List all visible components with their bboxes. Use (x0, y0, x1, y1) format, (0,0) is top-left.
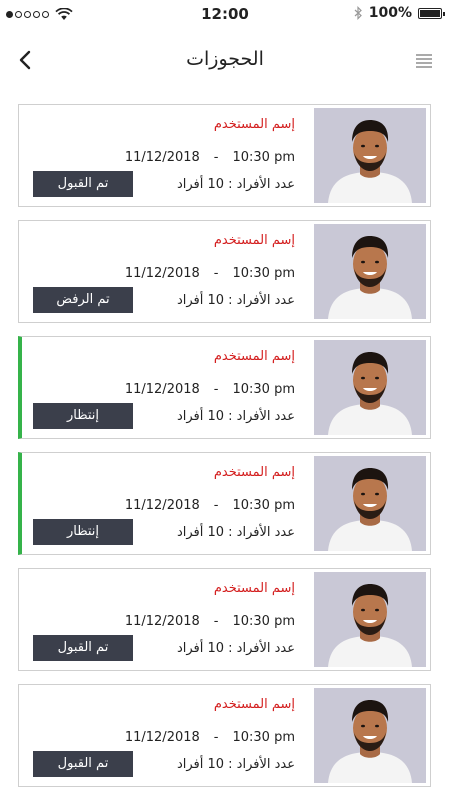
booking-datetime: 11/12/2018 - 10:30 pm (125, 150, 295, 165)
booking-date: 11/12/2018 (124, 614, 200, 629)
hamburger-menu-icon[interactable] (416, 54, 432, 68)
status-bar: 12:00 100% (0, 0, 450, 28)
user-avatar (314, 108, 426, 203)
guest-count: عدد الأفراد : 10 أفراد (176, 641, 295, 656)
user-avatar (314, 688, 426, 783)
booking-card[interactable]: إسم المستخدم 11/12/2018 - 10:30 pm عدد ا… (18, 104, 431, 207)
bluetooth-icon (354, 6, 362, 20)
user-name: إسم المستخدم (213, 117, 295, 132)
datetime-separator: - (213, 498, 219, 513)
booking-time: 10:30 pm (232, 150, 295, 165)
app-header: الحجوزات (0, 30, 450, 92)
booking-time: 10:30 pm (232, 382, 295, 397)
user-photo-icon (314, 572, 426, 667)
booking-date: 11/12/2018 (124, 498, 200, 513)
booking-datetime: 11/12/2018 - 10:30 pm (125, 730, 295, 745)
battery-level (420, 9, 440, 17)
booking-card[interactable]: إسم المستخدم 11/12/2018 - 10:30 pm عدد ا… (18, 452, 431, 555)
status-button[interactable]: تم القبول (33, 171, 133, 197)
battery-area: 100% (353, 5, 445, 21)
status-button[interactable]: تم القبول (33, 751, 133, 777)
booking-date: 11/12/2018 (124, 150, 200, 165)
user-photo-icon (314, 688, 426, 783)
user-name: إسم المستخدم (213, 349, 295, 364)
booking-datetime: 11/12/2018 - 10:30 pm (125, 614, 295, 629)
user-name: إسم المستخدم (213, 465, 295, 480)
user-avatar (314, 340, 426, 435)
booking-card[interactable]: إسم المستخدم 11/12/2018 - 10:30 pm عدد ا… (18, 220, 431, 323)
user-photo-icon (314, 340, 426, 435)
datetime-separator: - (213, 730, 219, 745)
datetime-separator: - (213, 150, 219, 165)
user-photo-icon (314, 108, 426, 203)
booking-date: 11/12/2018 (124, 266, 200, 281)
booking-date: 11/12/2018 (124, 730, 200, 745)
user-name: إسم المستخدم (213, 697, 295, 712)
user-avatar (314, 224, 426, 319)
status-button[interactable]: إنتظار (33, 519, 133, 545)
booking-card[interactable]: إسم المستخدم 11/12/2018 - 10:30 pm عدد ا… (18, 336, 431, 439)
booking-datetime: 11/12/2018 - 10:30 pm (125, 382, 295, 397)
guest-count: عدد الأفراد : 10 أفراد (176, 525, 295, 540)
page-title: الحجوزات (186, 48, 264, 70)
datetime-separator: - (213, 382, 219, 397)
booking-time: 10:30 pm (232, 266, 295, 281)
booking-time: 10:30 pm (232, 498, 295, 513)
guest-count: عدد الأفراد : 10 أفراد (176, 757, 295, 772)
battery-percent: 100% (368, 5, 412, 21)
guest-count: عدد الأفراد : 10 أفراد (176, 293, 295, 308)
battery-icon (418, 7, 445, 19)
booking-time: 10:30 pm (232, 614, 295, 629)
guest-count: عدد الأفراد : 10 أفراد (176, 177, 295, 192)
status-button[interactable]: إنتظار (33, 403, 133, 429)
datetime-separator: - (213, 266, 219, 281)
booking-card[interactable]: إسم المستخدم 11/12/2018 - 10:30 pm عدد ا… (18, 568, 431, 671)
booking-card[interactable]: إسم المستخدم 11/12/2018 - 10:30 pm عدد ا… (18, 684, 431, 787)
booking-list: إسم المستخدم 11/12/2018 - 10:30 pm عدد ا… (18, 104, 431, 800)
booking-date: 11/12/2018 (124, 382, 200, 397)
user-photo-icon (314, 224, 426, 319)
user-photo-icon (314, 456, 426, 551)
booking-datetime: 11/12/2018 - 10:30 pm (125, 498, 295, 513)
booking-datetime: 11/12/2018 - 10:30 pm (125, 266, 295, 281)
guest-count: عدد الأفراد : 10 أفراد (176, 409, 295, 424)
booking-time: 10:30 pm (232, 730, 295, 745)
user-name: إسم المستخدم (213, 233, 295, 248)
datetime-separator: - (213, 614, 219, 629)
status-button[interactable]: تم القبول (33, 635, 133, 661)
user-avatar (314, 456, 426, 551)
user-name: إسم المستخدم (213, 581, 295, 596)
user-avatar (314, 572, 426, 667)
status-button[interactable]: تم الرفض (33, 287, 133, 313)
